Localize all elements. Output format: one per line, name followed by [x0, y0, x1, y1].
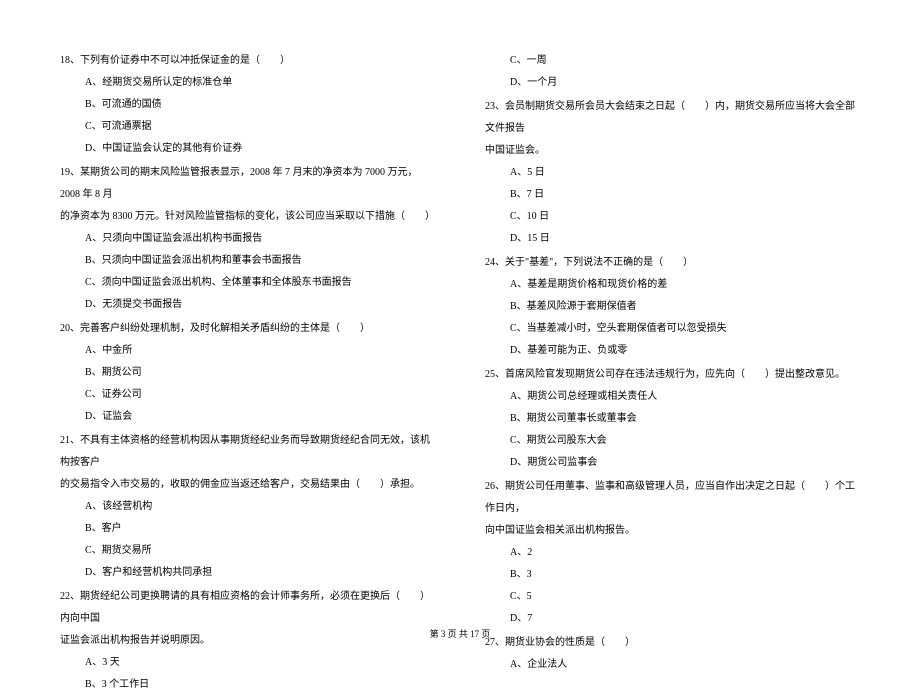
question-22-cont: C、一周 D、一个月	[485, 50, 860, 94]
question-20: 20、完善客户纠纷处理机制，及时化解相关矛盾纠纷的主体是（ ） A、中金所 B、…	[60, 318, 435, 428]
option: A、中金所	[60, 340, 435, 362]
question-19: 19、某期货公司的期末风险监管报表显示，2008 年 7 月末的净资本为 700…	[60, 162, 435, 316]
option: D、基差可能为正、负或零	[485, 340, 860, 362]
question-text-cont: 的交易指令入市交易的，收取的佣金应当返还给客户，交易结果由（ ）承担。	[60, 474, 435, 496]
question-text: 25、首席风险官发现期货公司存在违法违规行为，应先向（ ）提出整改意见。	[485, 364, 860, 386]
option: C、期货交易所	[60, 540, 435, 562]
option: D、15 日	[485, 228, 860, 250]
option: A、5 日	[485, 162, 860, 184]
question-26: 26、期货公司任用董事、监事和高级管理人员，应当自作出决定之日起（ ）个工作日内…	[485, 476, 860, 630]
page-footer: 第 3 页 共 17 页	[0, 627, 920, 640]
option: A、企业法人	[485, 654, 860, 676]
option: B、客户	[60, 518, 435, 540]
option: A、2	[485, 542, 860, 564]
option: B、期货公司	[60, 362, 435, 384]
question-text-cont: 的净资本为 8300 万元。针对风险监管指标的变化，该公司应当采取以下措施（ ）	[60, 206, 435, 228]
option: D、一个月	[485, 72, 860, 94]
right-column: C、一周 D、一个月 23、会员制期货交易所会员大会结束之日起（ ）内，期货交易…	[485, 50, 860, 610]
option: B、3 个工作日	[60, 674, 435, 696]
option: C、一周	[485, 50, 860, 72]
question-text: 23、会员制期货交易所会员大会结束之日起（ ）内，期货交易所应当将大会全部文件报…	[485, 96, 860, 140]
option: A、基差是期货价格和现货价格的差	[485, 274, 860, 296]
question-text-cont: 中国证监会。	[485, 140, 860, 162]
question-25: 25、首席风险官发现期货公司存在违法违规行为，应先向（ ）提出整改意见。 A、期…	[485, 364, 860, 474]
option: B、可流通的国债	[60, 94, 435, 116]
question-21: 21、不具有主体资格的经营机构因从事期货经纪业务而导致期货经纪合同无效，该机构按…	[60, 430, 435, 584]
question-text: 22、期货经纪公司更换聘请的具有相应资格的会计师事务所，必须在更换后（ ）内向中…	[60, 586, 435, 630]
question-24: 24、关于"基差"，下列说法不正确的是（ ） A、基差是期货价格和现货价格的差 …	[485, 252, 860, 362]
option: D、证监会	[60, 406, 435, 428]
option: A、该经营机构	[60, 496, 435, 518]
option: A、只须向中国证监会派出机构书面报告	[60, 228, 435, 250]
option: B、7 日	[485, 184, 860, 206]
question-text: 26、期货公司任用董事、监事和高级管理人员，应当自作出决定之日起（ ）个工作日内…	[485, 476, 860, 520]
question-text-cont: 向中国证监会相关派出机构报告。	[485, 520, 860, 542]
option: C、5	[485, 586, 860, 608]
option: C、证券公司	[60, 384, 435, 406]
option: C、期货公司股东大会	[485, 430, 860, 452]
question-22: 22、期货经纪公司更换聘请的具有相应资格的会计师事务所，必须在更换后（ ）内向中…	[60, 586, 435, 696]
option: D、客户和经营机构共同承担	[60, 562, 435, 584]
option: C、可流通票据	[60, 116, 435, 138]
option: C、须向中国证监会派出机构、全体董事和全体股东书面报告	[60, 272, 435, 294]
option: A、经期货交易所认定的标准仓单	[60, 72, 435, 94]
option: D、无须提交书面报告	[60, 294, 435, 316]
question-text: 19、某期货公司的期末风险监管报表显示，2008 年 7 月末的净资本为 700…	[60, 162, 435, 206]
question-text: 20、完善客户纠纷处理机制，及时化解相关矛盾纠纷的主体是（ ）	[60, 318, 435, 340]
option: D、期货公司监事会	[485, 452, 860, 474]
option: D、中国证监会认定的其他有价证券	[60, 138, 435, 160]
option: B、只须向中国证监会派出机构和董事会书面报告	[60, 250, 435, 272]
left-column: 18、下列有价证券中不可以冲抵保证金的是（ ） A、经期货交易所认定的标准仓单 …	[60, 50, 435, 610]
question-text: 18、下列有价证券中不可以冲抵保证金的是（ ）	[60, 50, 435, 72]
question-text: 24、关于"基差"，下列说法不正确的是（ ）	[485, 252, 860, 274]
option: B、3	[485, 564, 860, 586]
option: C、当基差减小时，空头套期保值者可以忽受损失	[485, 318, 860, 340]
option: B、基差风险源于套期保值者	[485, 296, 860, 318]
option: A、期货公司总经理或相关责任人	[485, 386, 860, 408]
page-columns: 18、下列有价证券中不可以冲抵保证金的是（ ） A、经期货交易所认定的标准仓单 …	[60, 50, 860, 610]
option: C、10 日	[485, 206, 860, 228]
option: A、3 天	[60, 652, 435, 674]
question-text: 21、不具有主体资格的经营机构因从事期货经纪业务而导致期货经纪合同无效，该机构按…	[60, 430, 435, 474]
question-23: 23、会员制期货交易所会员大会结束之日起（ ）内，期货交易所应当将大会全部文件报…	[485, 96, 860, 250]
question-18: 18、下列有价证券中不可以冲抵保证金的是（ ） A、经期货交易所认定的标准仓单 …	[60, 50, 435, 160]
option: B、期货公司董事长或董事会	[485, 408, 860, 430]
